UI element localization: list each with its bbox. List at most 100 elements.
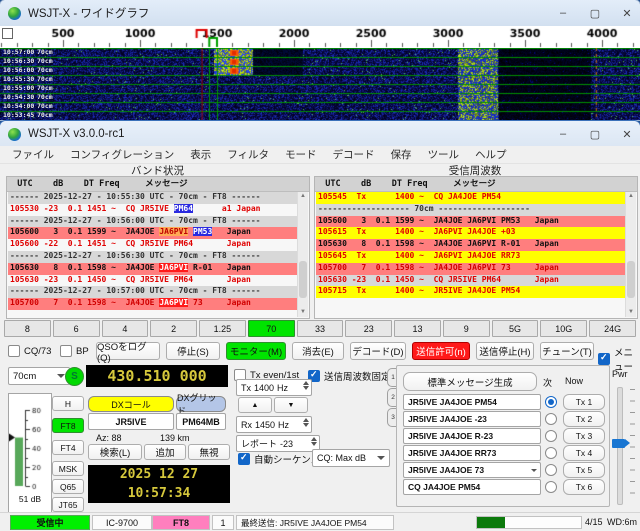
rx-freq-spinner[interactable]: Rx 1450 Hz — [236, 416, 312, 433]
band-button[interactable]: 10G — [540, 320, 587, 337]
decode-row[interactable]: 105545 Tx 1400 ~ CQ JA4JOE PM54 — [316, 192, 625, 204]
dx-grid-field[interactable]: PM64MB — [176, 413, 226, 430]
decode-row[interactable]: ------ 2025-12-27 - 10:56:30 UTC - 70cm … — [8, 251, 297, 263]
main-titlebar[interactable]: WSJT-X v3.0.0-rc1 – ▢ ✕ — [0, 121, 640, 147]
close-icon[interactable]: ✕ — [620, 7, 634, 20]
decode-row[interactable]: ------ 2025-12-27 - 10:55:30 UTC - 70cm … — [8, 192, 297, 204]
mode-button-msk[interactable]: MSK — [52, 461, 84, 476]
widegraph-titlebar[interactable]: WSJT-X - ワイドグラフ – ▢ ✕ — [0, 0, 640, 26]
next-radio[interactable] — [545, 396, 557, 408]
decode-row[interactable]: ------------------- 70cm ---------------… — [316, 204, 625, 216]
minimize-icon[interactable]: – — [556, 7, 570, 19]
decode-row[interactable]: 105600 3 0.1 1599 ~ JA4JOE JA6PVI PM53 J… — [8, 227, 297, 239]
menu-item[interactable]: フィルタ — [219, 147, 277, 162]
tx-now-button[interactable]: Tx 3 — [563, 428, 605, 444]
bp-checkbox[interactable]: BP — [60, 345, 89, 357]
band-button[interactable]: 4 — [102, 320, 149, 337]
next-radio[interactable] — [545, 413, 557, 425]
spinner-arrows-icon[interactable] — [311, 437, 317, 446]
message-field[interactable]: JR5IVE JA4JOE -23 — [403, 411, 541, 427]
hold-tx-freq-checkbox[interactable]: 送信周波数固定 — [308, 369, 391, 383]
cq73-checkbox[interactable]: CQ/73 — [8, 345, 51, 357]
report-spinner[interactable]: レポート -23 — [236, 435, 320, 452]
band-activity-scrollbar[interactable]: ▲ ▼ — [297, 192, 308, 317]
spinner-arrows-icon[interactable] — [303, 418, 309, 427]
add-button[interactable]: 追加 — [144, 444, 186, 460]
band-button[interactable]: 9 — [443, 320, 490, 337]
band-button[interactable]: 6 — [53, 320, 100, 337]
checkbox-icon[interactable] — [60, 345, 72, 357]
band-button[interactable]: 24G — [589, 320, 636, 337]
minimize-icon[interactable]: – — [556, 128, 570, 140]
scroll-up-icon[interactable]: ▲ — [626, 192, 636, 201]
dx-call-field[interactable]: JR5IVE — [88, 413, 174, 430]
menu-item[interactable]: モード — [277, 147, 325, 162]
s-meter-button[interactable]: S — [65, 367, 84, 386]
generate-std-msgs-button[interactable]: 標準メッセージ生成 — [403, 372, 537, 391]
checkbox-icon[interactable] — [8, 345, 20, 357]
decode-row[interactable]: 105700 7 0.1 1598 ~ JA4JOE JA6PVI 73 Jap… — [8, 298, 297, 310]
menu-item[interactable]: デコード — [325, 147, 383, 162]
scrollbar-thumb[interactable] — [627, 261, 635, 299]
menu-item[interactable]: ファイル — [4, 147, 62, 162]
message-field[interactable]: JR5IVE JA4JOE RR73 — [403, 445, 541, 461]
auto-seq-checkbox[interactable]: 自動シーケンス — [238, 452, 320, 466]
log-qso-button[interactable]: QSOをログ(Q) — [96, 342, 160, 360]
decode-button[interactable]: デコード(D) — [350, 342, 406, 360]
message-field[interactable]: CQ JA4JOE PM54 — [403, 479, 541, 495]
message-field[interactable]: JR5IVE JA4JOE R-23 — [403, 428, 541, 444]
decode-row[interactable]: 105715 Tx 1400 ~ JR5IVE JA4JOE PM54 — [316, 286, 625, 298]
decode-row[interactable]: ------ 2025-12-27 - 10:57:00 UTC - 70cm … — [8, 286, 297, 298]
band-button[interactable]: 2 — [150, 320, 197, 337]
mode-button-ft4[interactable]: FT4 — [52, 440, 84, 455]
next-radio[interactable] — [545, 481, 557, 493]
scroll-up-icon[interactable]: ▲ — [298, 192, 308, 201]
decode-row[interactable]: 105645 Tx 1400 ~ JA6PVI JA4JOE RR73 — [316, 251, 625, 263]
checkbox-checked-icon[interactable] — [238, 453, 250, 465]
next-radio[interactable] — [545, 430, 557, 442]
next-radio[interactable] — [545, 447, 557, 459]
band-button[interactable]: 1.25 — [199, 320, 246, 337]
band-button[interactable]: 23 — [345, 320, 392, 337]
scrollbar-thumb[interactable] — [299, 261, 307, 299]
decode-row[interactable]: ------ 2025-12-27 - 10:56:00 UTC - 70cm … — [8, 216, 297, 228]
decode-row[interactable]: 105630 8 0.1 1598 ~ JA4JOE JA6PVI R-01 J… — [316, 239, 625, 251]
band-button[interactable]: 8 — [4, 320, 51, 337]
tx-now-button[interactable]: Tx 6 — [563, 479, 605, 495]
power-slider-handle[interactable] — [612, 439, 625, 448]
close-icon[interactable]: ✕ — [620, 128, 634, 141]
decode-row[interactable]: 105530 -23 0.1 1451 ~ CQ JR5IVE PM64 a1 … — [8, 204, 297, 216]
spinner-arrows-icon[interactable] — [303, 381, 309, 390]
tx-now-button[interactable]: Tx 1 — [563, 394, 605, 410]
tx-now-button[interactable]: Tx 2 — [563, 411, 605, 427]
scroll-down-icon[interactable]: ▼ — [626, 308, 636, 317]
halt-tx-button[interactable]: 送信停止(H) — [476, 342, 534, 360]
tx-now-button[interactable]: Tx 5 — [563, 462, 605, 478]
decode-row[interactable]: 105630 8 0.1 1598 ~ JA4JOE JA6PVI R-01 J… — [8, 263, 297, 275]
rx-frequency-scrollbar[interactable]: ▲ ▼ — [625, 192, 636, 317]
decode-row[interactable]: 105600 -22 0.1 1451 ~ CQ JR5IVE PM64 Jap… — [8, 239, 297, 251]
mode-button-q65[interactable]: Q65 — [52, 479, 84, 494]
cq-mode-select[interactable]: CQ: Max dB — [312, 449, 390, 467]
next-radio[interactable] — [545, 464, 557, 476]
band-button[interactable]: 5G — [492, 320, 539, 337]
waterfall-display[interactable] — [0, 48, 640, 120]
maximize-icon[interactable]: ▢ — [588, 7, 602, 20]
tune-button[interactable]: チューン(T) — [540, 342, 594, 360]
menu-item[interactable]: 保存 — [383, 147, 420, 162]
menu-item[interactable]: 表示 — [182, 147, 219, 162]
enable-tx-button[interactable]: 送信許可(n) — [412, 342, 470, 360]
band-button[interactable]: 13 — [394, 320, 441, 337]
mode-button-ft8[interactable]: FT8 — [52, 418, 84, 433]
ruler-checkbox[interactable] — [2, 28, 13, 39]
band-button[interactable]: 33 — [297, 320, 344, 337]
frequency-ruler[interactable] — [0, 26, 640, 48]
erase-button[interactable]: 消去(E) — [292, 342, 344, 360]
decode-row[interactable]: 105630 -23 0.1 1450 ~ CQ JR5IVE PM64 Jap… — [8, 275, 297, 287]
lookup-button[interactable]: 検索(L) — [88, 444, 142, 460]
menu-item[interactable]: ツール — [420, 147, 468, 162]
message-field[interactable]: JR5IVE JA4JOE PM54 — [403, 394, 541, 410]
mode-button-h[interactable]: H — [52, 396, 84, 411]
scroll-down-icon[interactable]: ▼ — [298, 308, 308, 317]
checkbox-checked-icon[interactable] — [598, 353, 610, 365]
